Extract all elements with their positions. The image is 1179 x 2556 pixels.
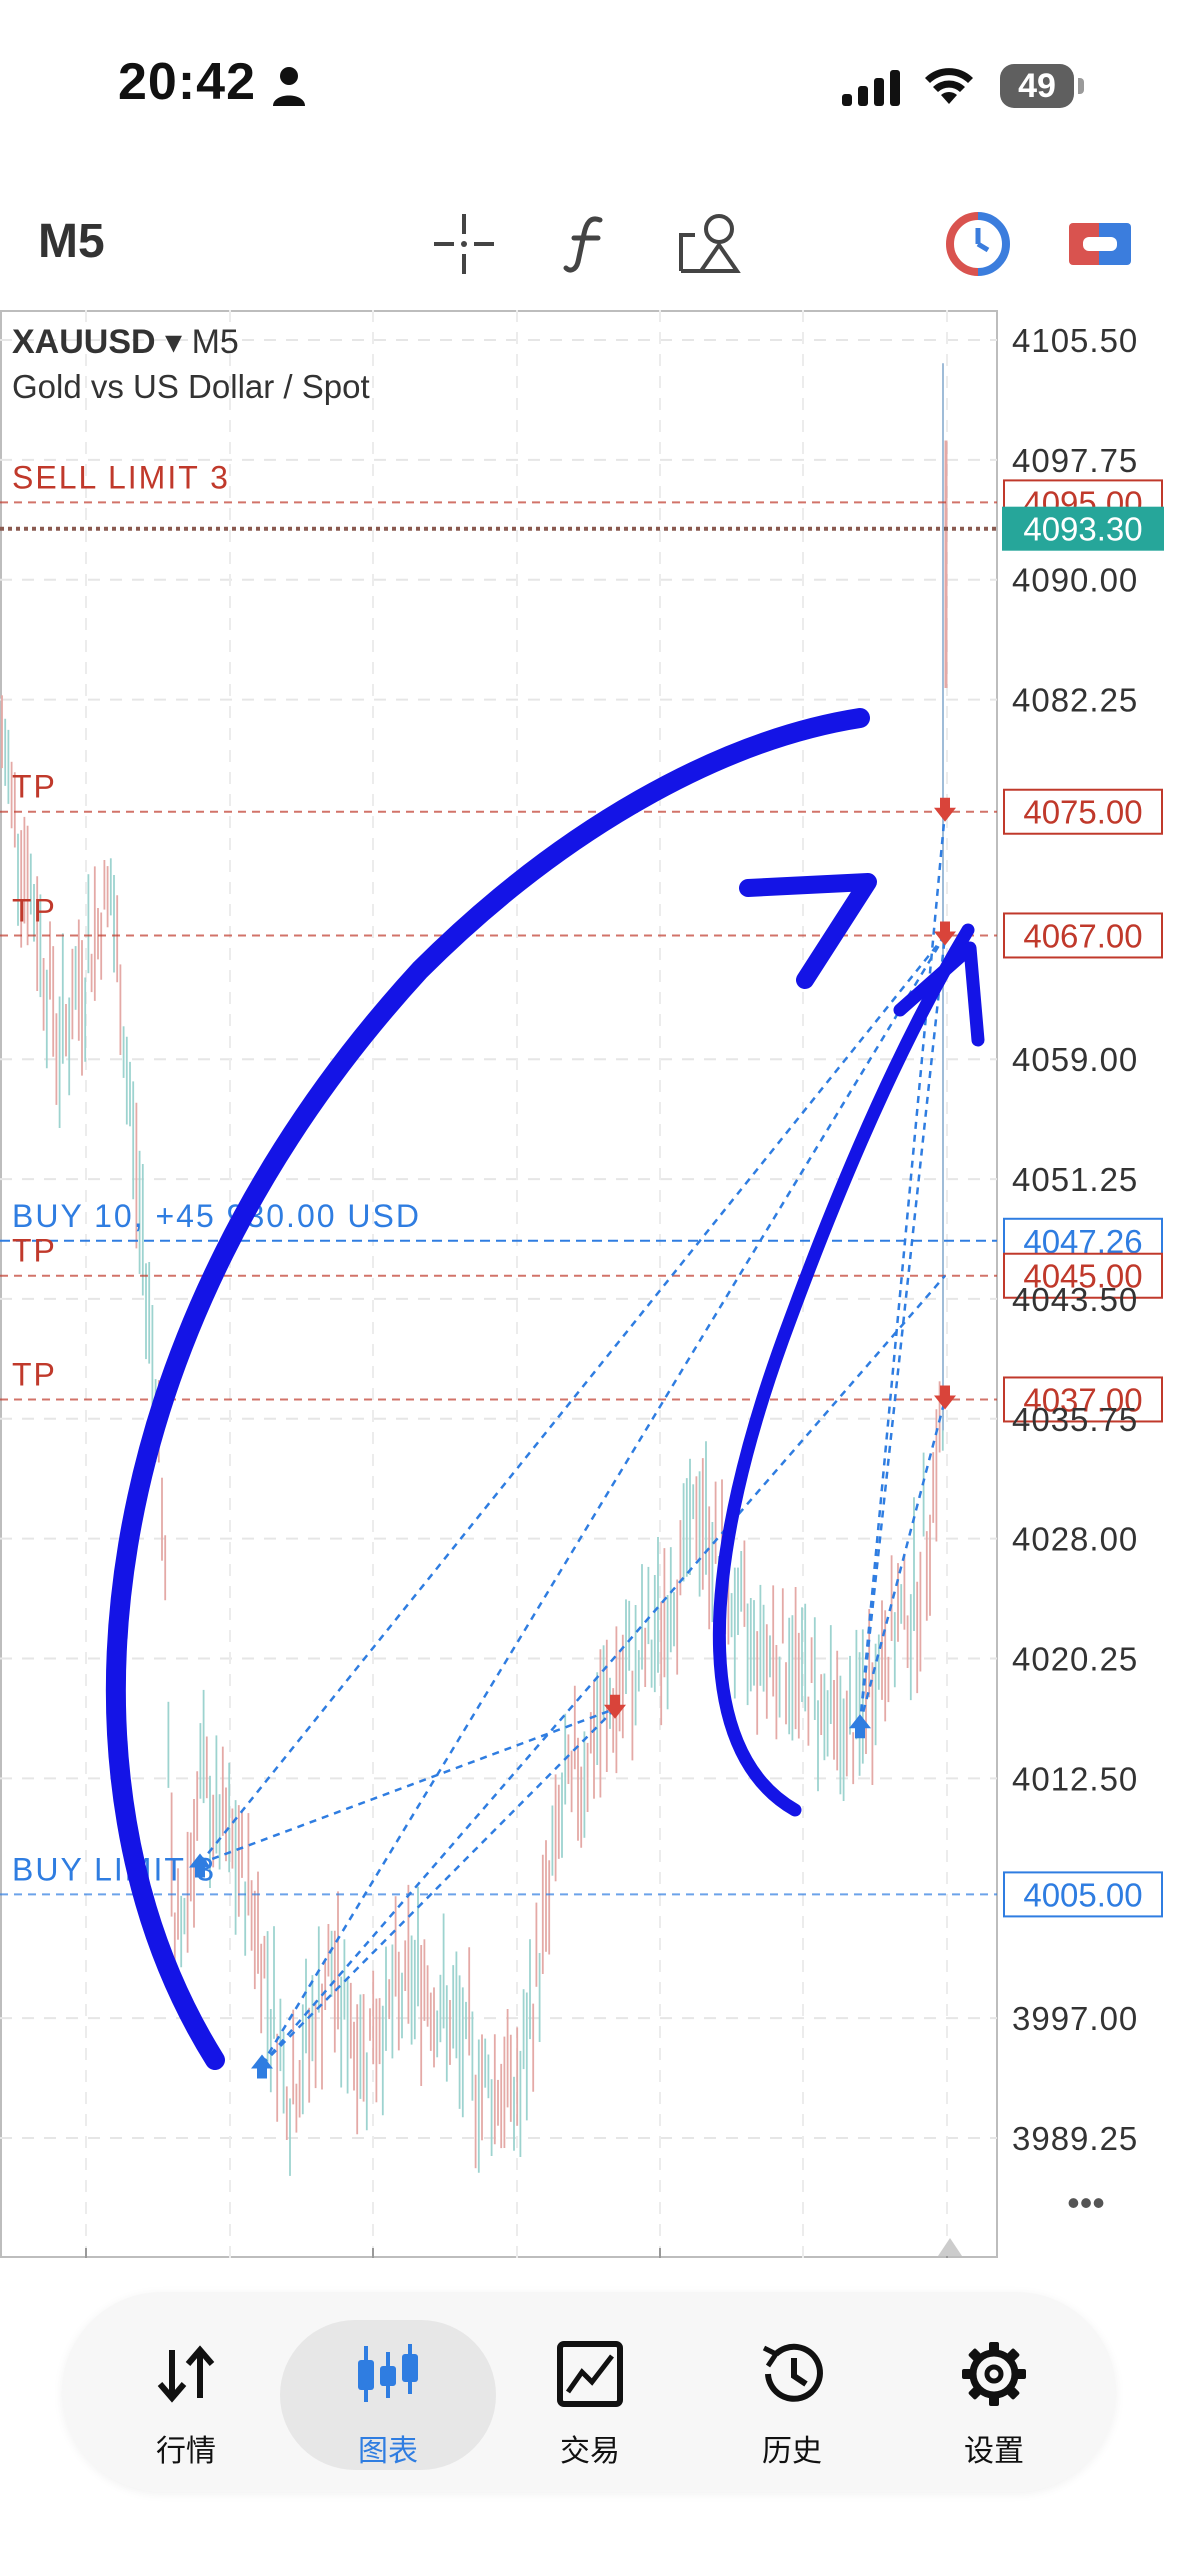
order-line-label: TP: [12, 1233, 57, 1269]
order-price-label: 4067.00: [1023, 917, 1142, 954]
candlestick-chart-icon: [358, 2344, 418, 2402]
price-axis-tick: 4082.25: [1012, 682, 1138, 719]
trade-link-line: [261, 1274, 946, 2066]
chart-header: XAUUSD ▾ M5 Gold vs US Dollar / Spot: [12, 322, 370, 406]
tab-quotes-label: 行情: [156, 2435, 216, 2468]
current-price-label: 4093.30: [1023, 511, 1142, 548]
chart-area[interactable]: SELL LIMIT 3 4095.00 TP 4075.00 TP 4067.00 BUY…: [0, 310, 1179, 2260]
plot-frame: [0, 310, 998, 2258]
person-icon: [273, 67, 305, 106]
more-options-button: •••: [1067, 2182, 1105, 2223]
function-icon: [563, 216, 603, 273]
sell-deal-icon[interactable]: [934, 797, 956, 822]
tab-trade[interactable]: 交易: [490, 2292, 690, 2492]
price-axis-tick: 4097.75: [1012, 442, 1138, 479]
buy-sell-icon: [1069, 223, 1131, 265]
trade-link-line: [858, 811, 947, 1725]
price-chart[interactable]: SELL LIMIT 34095.00TP4075.00TP4067.00BUY…: [0, 310, 1179, 2260]
status-time: 20:42: [118, 53, 256, 111]
buy-deal-icon[interactable]: [251, 2054, 273, 2079]
shapes-icon: [679, 214, 741, 273]
cellular-signal-icon: [842, 70, 900, 106]
crosshair-icon: [434, 214, 494, 274]
quotes-arrows-icon: [157, 2345, 215, 2403]
bottom-navigation: 行情 图表 交易 历史 设置: [62, 2292, 1116, 2492]
order-line-label: TP: [12, 769, 57, 805]
sell-deal-icon[interactable]: [934, 921, 956, 946]
order-line-label: BUY 10, +45 930.00 USD: [12, 1198, 421, 1234]
tab-settings-label: 设置: [964, 2435, 1024, 2468]
price-axis-tick: 4059.00: [1012, 1041, 1138, 1078]
price-axis-tick: 4043.50: [1012, 1281, 1138, 1318]
tab-quotes[interactable]: 行情: [86, 2292, 286, 2492]
symbol-description: Gold vs US Dollar / Spot: [12, 368, 370, 405]
price-axis-tick: 4051.25: [1012, 1161, 1138, 1198]
history-clock-icon: [762, 2343, 823, 2402]
battery-nub: [1078, 78, 1084, 94]
price-axis-tick: 4105.50: [1012, 322, 1138, 359]
order-price-label: 4005.00: [1023, 1876, 1142, 1913]
tab-history[interactable]: 历史: [692, 2292, 892, 2492]
price-axis-tick: 4090.00: [1012, 562, 1138, 599]
trade-chart-icon: [557, 2341, 623, 2407]
chart-timeframe: M5: [191, 323, 239, 361]
price-axis-tick: 3997.00: [1012, 2000, 1138, 2037]
one-click-trading-button[interactable]: [938, 204, 1018, 284]
order-line-label: TP: [12, 1356, 57, 1392]
order-line-label: SELL LIMIT 3: [12, 459, 230, 495]
objects-button[interactable]: [670, 204, 750, 284]
price-axis-tick: 4035.75: [1012, 1401, 1138, 1438]
trading-clock-icon: [946, 212, 1010, 276]
price-axis-tick: 4028.00: [1012, 1521, 1138, 1558]
battery-icon: 49: [1000, 64, 1074, 108]
price-axis-tick: 4012.50: [1012, 1760, 1138, 1797]
symbol-name[interactable]: XAUUSD: [12, 323, 156, 361]
scroll-end-marker[interactable]: [938, 2238, 962, 2256]
price-axis-tick: 4020.25: [1012, 1641, 1138, 1678]
wifi-icon: [925, 68, 973, 104]
order-price-label: 4075.00: [1023, 794, 1142, 831]
indicators-button[interactable]: [548, 204, 628, 284]
tab-chart[interactable]: 图表: [280, 2292, 496, 2492]
crosshair-button[interactable]: [424, 204, 504, 284]
tab-history-label: 历史: [762, 2435, 822, 2468]
sell-deal-icon[interactable]: [934, 1385, 956, 1410]
status-bar: 20:42 49: [0, 0, 1179, 170]
chart-toolbar: M5: [0, 190, 1179, 300]
annotation-arrowhead: [739, 873, 877, 989]
timeframe-button[interactable]: M5: [38, 214, 105, 269]
symbol-dropdown-icon[interactable]: ▾: [165, 323, 182, 361]
trade-panel-button[interactable]: [1060, 204, 1140, 284]
settings-gear-icon: [962, 2342, 1026, 2406]
order-line-label: TP: [12, 892, 57, 928]
order-line-label: BUY LIMIT 3: [12, 1851, 216, 1887]
tab-chart-label: 图表: [358, 2435, 418, 2468]
tab-trade-label: 交易: [560, 2435, 620, 2468]
price-axis-tick: 3989.25: [1012, 2120, 1138, 2157]
annotation-arrow: [106, 708, 870, 2070]
tab-settings[interactable]: 设置: [894, 2292, 1094, 2492]
